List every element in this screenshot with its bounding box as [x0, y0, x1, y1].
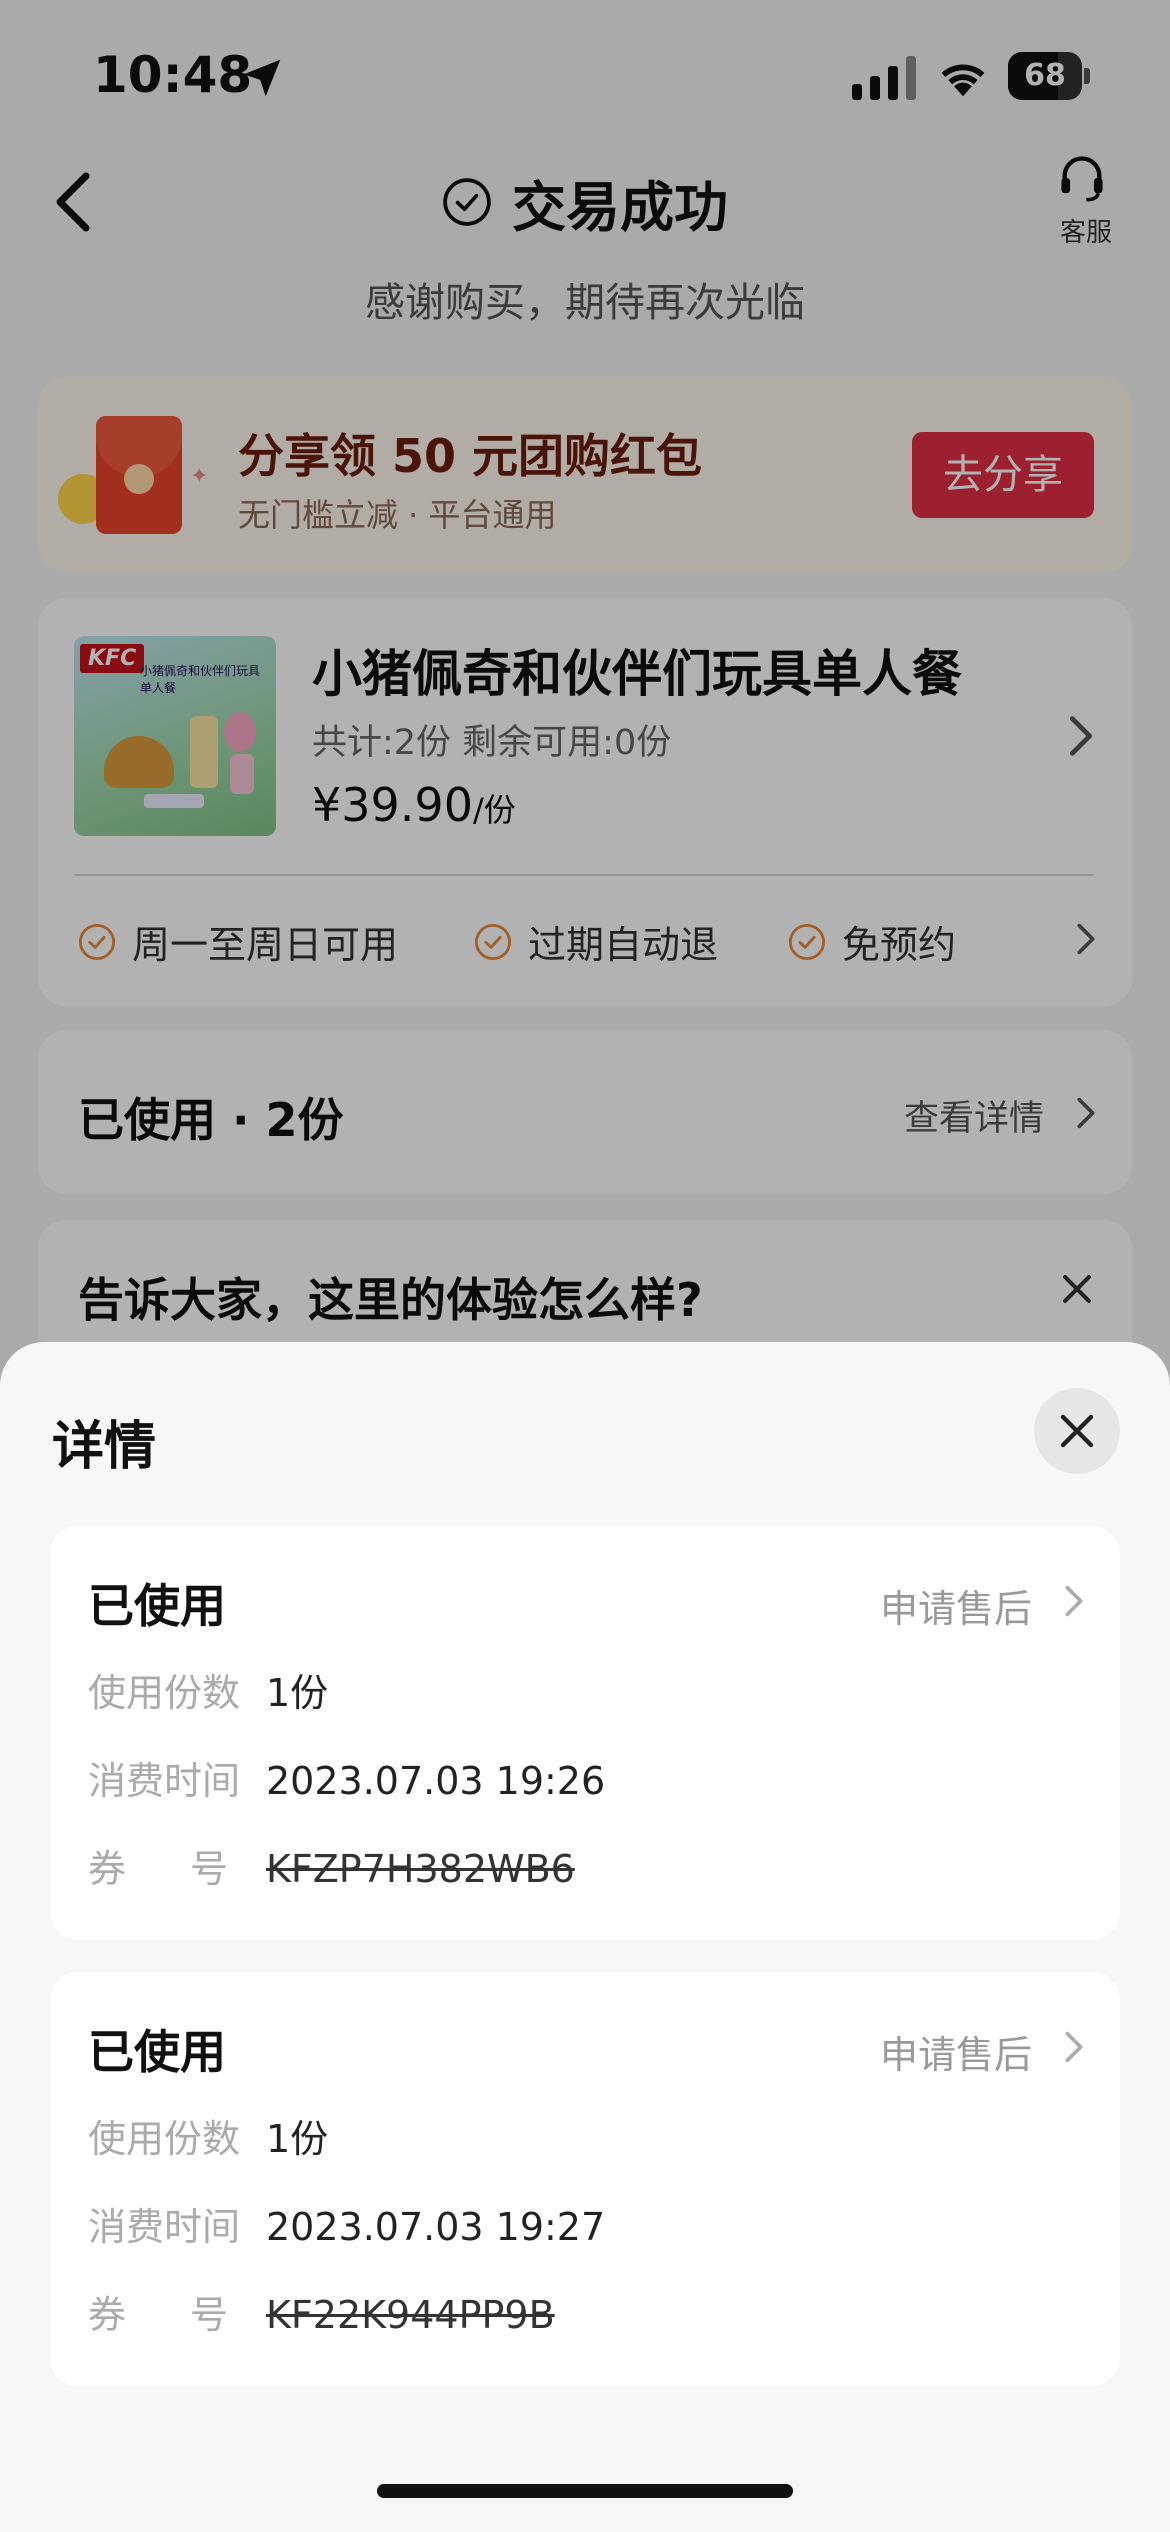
- record-status: 已使用: [88, 1579, 226, 1633]
- usage-record-card: 已使用 申请售后 使用份数 1份 消费时间 2023.07.03 19:27 券号K…: [50, 1972, 1120, 2386]
- time-label: 消费时间: [88, 2205, 241, 2249]
- record-row-time: 消费时间 2023.07.03 19:26: [88, 1750, 605, 1805]
- time-value: 2023.07.03 19:27: [266, 2205, 606, 2249]
- after-sale-link[interactable]: 申请售后: [880, 1578, 1032, 1633]
- chevron-right-icon[interactable]: [1064, 2030, 1084, 2064]
- record-row-time: 消费时间 2023.07.03 19:27: [88, 2196, 605, 2251]
- sheet-title: 详情: [52, 1417, 157, 1477]
- after-sale-link[interactable]: 申请售后: [880, 2024, 1032, 2079]
- home-indicator[interactable]: [377, 2484, 793, 2498]
- close-button[interactable]: [1034, 1388, 1120, 1474]
- code-label-part: 券: [88, 1847, 127, 1891]
- count-value: 1份: [266, 2117, 329, 2161]
- order-detail-page: 10:48 68 交易成功 客服 感谢购买，期待再次光临 ✦ 分享领 50 元团…: [0, 0, 1170, 2532]
- record-row-code: 券号 KFZP7H382WB6: [88, 1838, 575, 1893]
- code-label-part: 号: [189, 2293, 228, 2337]
- record-row-count: 使用份数 1份: [88, 1662, 328, 1717]
- count-label: 使用份数: [88, 1671, 241, 1715]
- record-status: 已使用: [88, 2025, 226, 2079]
- code-label-part: 号: [189, 1847, 228, 1891]
- count-value: 1份: [266, 1671, 329, 1715]
- count-label: 使用份数: [88, 2117, 241, 2161]
- code-label-part: 券: [88, 2293, 127, 2337]
- code-label: 券号: [88, 1838, 228, 1893]
- record-row-code: 券号 KF22K944PP9B: [88, 2284, 555, 2339]
- voucher-code: KFZP7H382WB6: [266, 1847, 575, 1891]
- time-value: 2023.07.03 19:26: [266, 1759, 606, 1803]
- close-icon: [1060, 1414, 1094, 1448]
- usage-record-card: 已使用 申请售后 使用份数 1份 消费时间 2023.07.03 19:26 券号K…: [50, 1526, 1120, 1940]
- chevron-right-icon[interactable]: [1064, 1584, 1084, 1618]
- code-label: 券号: [88, 2284, 228, 2339]
- record-row-count: 使用份数 1份: [88, 2108, 328, 2163]
- voucher-code: KF22K944PP9B: [266, 2293, 555, 2337]
- time-label: 消费时间: [88, 1759, 241, 1803]
